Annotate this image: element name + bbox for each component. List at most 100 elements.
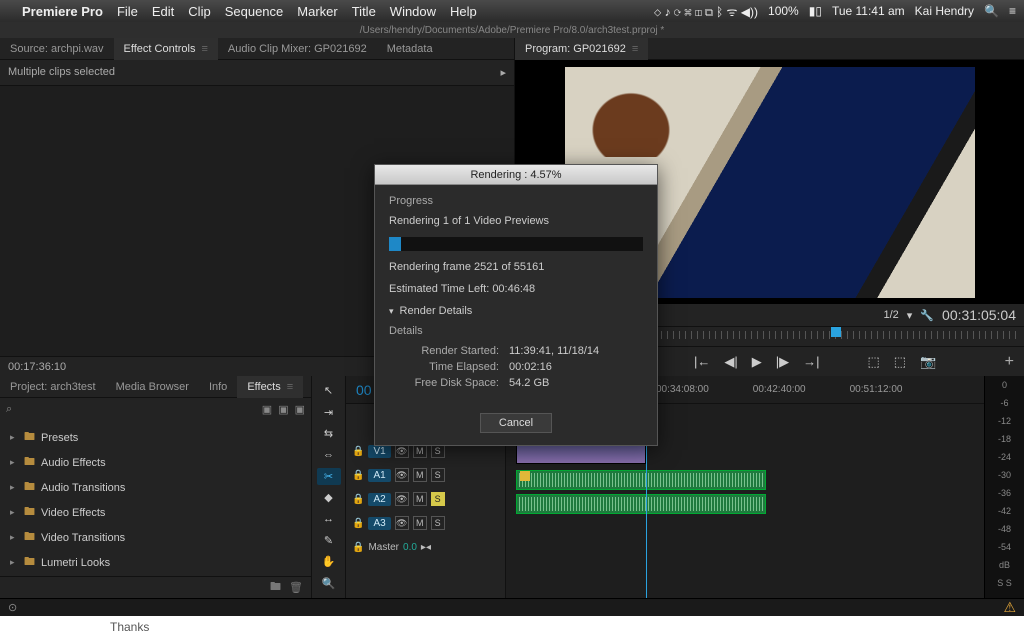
meter-tick: 0	[1002, 380, 1007, 390]
export-frame-icon[interactable]: 📷	[920, 354, 936, 370]
mute-toggle[interactable]: M	[413, 492, 427, 506]
track-a2[interactable]: 🔒A2👁MS	[346, 488, 505, 510]
folder-audio-transitions[interactable]: ▸🖿Audio Transitions	[0, 475, 311, 500]
menu-marker[interactable]: Marker	[297, 4, 337, 19]
lock-icon[interactable]: 🔒	[352, 518, 364, 529]
selection-tool[interactable]: ↖	[317, 382, 341, 399]
tab-media-browser[interactable]: Media Browser	[106, 376, 199, 398]
spotlight-icon[interactable]: 🔍	[984, 4, 999, 18]
slip-tool[interactable]: ↔	[317, 510, 341, 527]
menu-title[interactable]: Title	[352, 4, 376, 19]
menu-help[interactable]: Help	[450, 4, 477, 19]
track-a1[interactable]: 🔒A1👁MS	[346, 464, 505, 486]
menu-window[interactable]: Window	[390, 4, 436, 19]
tab-effect-controls[interactable]: Effect Controls≡	[114, 38, 218, 60]
panel-menu-icon[interactable]: ≡	[287, 381, 293, 393]
chevron-down-icon[interactable]: ▾	[907, 309, 913, 322]
solo-toggle[interactable]: S	[431, 468, 445, 482]
meter-solo[interactable]: S S	[997, 578, 1012, 588]
wrench-icon[interactable]: 🔧	[920, 309, 934, 322]
eye-icon[interactable]: 👁	[395, 516, 409, 530]
go-to-in-icon[interactable]: |←	[694, 354, 710, 369]
track-a3[interactable]: 🔒A3👁MS	[346, 512, 505, 534]
lift-icon[interactable]: ⬚	[867, 354, 879, 370]
tab-source[interactable]: Source: archpi.wav	[0, 38, 114, 60]
play-icon[interactable]: ▶	[752, 354, 762, 370]
zoom-tool[interactable]: 🔍	[317, 575, 341, 592]
user-name[interactable]: Kai Hendry	[915, 4, 974, 18]
track-master[interactable]: 🔒Master0.0▸◂	[346, 536, 505, 558]
chevron-right-icon: ▸	[10, 507, 18, 518]
menu-file[interactable]: File	[117, 4, 138, 19]
go-to-out-icon[interactable]: →|	[803, 354, 819, 369]
solo-toggle[interactable]: S	[431, 492, 445, 506]
tool-palette: ↖ ⇥ ⇆ ⇔ ✂ ◆ ↔ ✎ ✋ 🔍	[312, 376, 346, 598]
razor-tool[interactable]: ◆	[317, 489, 341, 506]
ripple-tool[interactable]: ⇆	[317, 425, 341, 442]
search-input[interactable]	[18, 402, 256, 417]
folder-presets[interactable]: ▸🖿Presets	[0, 425, 311, 450]
lock-icon[interactable]: 🔒	[352, 446, 364, 457]
tab-program[interactable]: Program: GP021692≡	[515, 38, 648, 60]
tab-project[interactable]: Project: arch3test	[0, 376, 106, 398]
section-label: Render Details	[400, 305, 473, 317]
solo-toggle[interactable]: S	[431, 444, 445, 458]
fx-badge-3-icon[interactable]: ▣	[295, 403, 305, 416]
rate-stretch-tool[interactable]: ✂	[317, 468, 341, 485]
fx-badge-2-icon[interactable]: ▣	[278, 403, 288, 416]
folder-video-effects[interactable]: ▸🖿Video Effects	[0, 500, 311, 525]
solo-toggle[interactable]: S	[431, 516, 445, 530]
details-section[interactable]: ▾Render Details	[389, 305, 643, 317]
fx-badge-1-icon[interactable]: ▣	[262, 403, 272, 416]
step-back-icon[interactable]: ◀|	[724, 354, 737, 370]
status-icons[interactable]: ◇ ♪ ⟳ ⌘ ◫ ⧉ ᛒ ᯤ ◀))	[654, 3, 758, 20]
chevron-right-icon: ▸	[10, 457, 18, 468]
warning-icon[interactable]: ⚠	[1003, 599, 1016, 616]
eye-icon[interactable]: 👁	[395, 468, 409, 482]
new-bin-icon[interactable]: 🖿	[270, 578, 281, 597]
menu-icon[interactable]: ≡	[1009, 4, 1016, 18]
tab-metadata[interactable]: Metadata	[377, 38, 443, 60]
lock-icon[interactable]: 🔒	[352, 542, 364, 553]
folder-lumetri[interactable]: ▸🖿Lumetri Looks	[0, 550, 311, 575]
creative-cloud-icon[interactable]: ⊙	[8, 601, 17, 614]
button-editor-icon[interactable]: +	[1005, 353, 1014, 371]
folder-video-transitions[interactable]: ▸🖿Video Transitions	[0, 525, 311, 550]
battery-percent[interactable]: 100%	[768, 4, 799, 18]
mute-toggle[interactable]: M	[413, 468, 427, 482]
tab-effects[interactable]: Effects≡	[237, 376, 303, 398]
mute-toggle[interactable]: M	[413, 444, 427, 458]
track-select-tool[interactable]: ⇥	[317, 403, 341, 420]
folder-label: Presets	[41, 432, 78, 444]
eye-icon[interactable]: 👁	[395, 444, 409, 458]
chevron-right-icon[interactable]: ▸	[500, 66, 506, 79]
clock[interactable]: Tue 11:41 am	[832, 4, 905, 18]
lock-icon[interactable]: 🔒	[352, 494, 364, 505]
folder-audio-effects[interactable]: ▸🖿Audio Effects	[0, 450, 311, 475]
menu-edit[interactable]: Edit	[152, 4, 174, 19]
panel-menu-icon[interactable]: ≡	[202, 43, 208, 55]
audio-clip-1[interactable]	[516, 470, 766, 490]
menu-sequence[interactable]: Sequence	[225, 4, 284, 19]
tab-audio-mixer[interactable]: Audio Clip Mixer: GP021692	[218, 38, 377, 60]
audio-clip-2[interactable]	[516, 494, 766, 514]
battery-icon[interactable]: ▮▯	[809, 4, 822, 18]
eye-icon[interactable]: 👁	[395, 492, 409, 506]
hand-tool[interactable]: ✋	[317, 553, 341, 570]
playhead-marker[interactable]	[831, 327, 841, 337]
panel-menu-icon[interactable]: ≡	[632, 43, 638, 55]
extract-icon[interactable]: ⬚	[894, 354, 906, 370]
tab-meta-label: Metadata	[387, 43, 433, 55]
keyframe-icon[interactable]: ▸◂	[421, 542, 431, 553]
lock-icon[interactable]: 🔒	[352, 470, 364, 481]
tab-info[interactable]: Info	[199, 376, 237, 398]
mute-toggle[interactable]: M	[413, 516, 427, 530]
cancel-button[interactable]: Cancel	[480, 413, 552, 433]
app-name[interactable]: Premiere Pro	[22, 4, 103, 19]
step-fwd-icon[interactable]: |▶	[776, 354, 789, 370]
rolling-tool[interactable]: ⇔	[317, 446, 341, 463]
pen-tool[interactable]: ✎	[317, 532, 341, 549]
program-scale[interactable]: 1/2	[884, 309, 899, 321]
menu-clip[interactable]: Clip	[188, 4, 210, 19]
trash-icon[interactable]: 🗑	[289, 581, 303, 594]
